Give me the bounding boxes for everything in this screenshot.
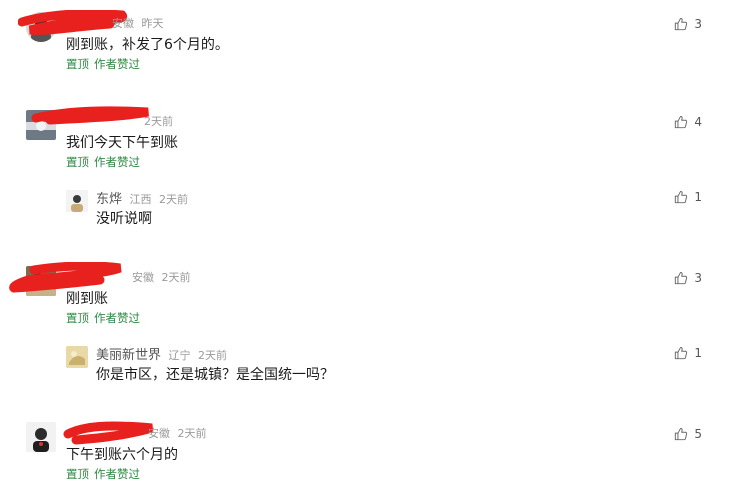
like-button[interactable]: 3 bbox=[674, 17, 702, 31]
avatar[interactable] bbox=[66, 190, 88, 212]
comment-meta: 安徽 昨天 bbox=[112, 15, 164, 31]
like-button[interactable]: 1 bbox=[674, 346, 702, 360]
pin-button[interactable]: 置顶 bbox=[66, 57, 89, 71]
avatar[interactable] bbox=[26, 422, 56, 452]
comment-time: 2天前 bbox=[198, 349, 228, 362]
comment-meta: 安徽 2天前 bbox=[132, 269, 191, 285]
comment-actions: 置顶 作者赞过 bbox=[66, 154, 145, 170]
comment-location: 辽宁 bbox=[168, 349, 191, 362]
pin-button[interactable]: 置顶 bbox=[66, 467, 89, 481]
comment-text: 下午到账六个月的 bbox=[66, 447, 178, 463]
like-count: 5 bbox=[694, 427, 702, 441]
comment-location: 安徽 bbox=[112, 17, 134, 30]
like-button[interactable]: 1 bbox=[674, 190, 702, 204]
avatar[interactable] bbox=[26, 266, 56, 296]
avatar[interactable] bbox=[66, 346, 88, 368]
author-liked-label: 作者赞过 bbox=[94, 311, 140, 325]
reply-item: 美丽新世界 辽宁 2天前 你是市区，还是城镇？是全国统一吗？ 1 bbox=[0, 344, 732, 390]
like-count: 1 bbox=[694, 346, 702, 360]
comment-text: 刚到账，补发了6个月的。 bbox=[66, 37, 229, 53]
author-liked-label: 作者赞过 bbox=[94, 467, 140, 481]
comment-time: 2天前 bbox=[161, 271, 191, 284]
comment-time: 2天前 bbox=[159, 193, 189, 206]
author-liked-label: 作者赞过 bbox=[94, 155, 140, 169]
like-count: 1 bbox=[694, 190, 702, 204]
thumbs-up-icon bbox=[674, 346, 688, 360]
comment-meta: 美丽新世界 辽宁 2天前 bbox=[96, 344, 227, 363]
comment-location: 江西 bbox=[129, 193, 152, 206]
redaction-mark bbox=[63, 421, 154, 445]
thumbs-up-icon bbox=[674, 17, 688, 31]
like-button[interactable]: 5 bbox=[674, 427, 702, 441]
comment-text: 没听说啊 bbox=[96, 211, 152, 227]
thumbs-up-icon bbox=[674, 190, 688, 204]
comment-meta: 2天前 bbox=[144, 113, 173, 129]
commenter-name[interactable]: 东烨 bbox=[96, 192, 122, 207]
comment-text: 我们今天下午到账 bbox=[66, 135, 178, 151]
commenter-name[interactable]: 美丽新世界 bbox=[96, 348, 161, 363]
thumbs-up-icon bbox=[674, 271, 688, 285]
comment-item: 2天前 我们今天下午到账 置顶 作者赞过 4 bbox=[0, 106, 732, 180]
like-button[interactable]: 4 bbox=[674, 115, 702, 129]
comment-item: 安徽 昨天 刚到账，补发了6个月的。 置顶 作者赞过 3 bbox=[0, 10, 732, 82]
comment-text: 刚到账 bbox=[66, 291, 108, 307]
comment-time: 2天前 bbox=[177, 427, 207, 440]
comment-actions: 置顶 作者赞过 bbox=[66, 466, 145, 482]
comment-time: 2天前 bbox=[144, 115, 173, 128]
like-count: 3 bbox=[694, 17, 702, 31]
avatar[interactable] bbox=[26, 12, 56, 42]
pin-button[interactable]: 置顶 bbox=[66, 311, 89, 325]
author-liked-label: 作者赞过 bbox=[94, 57, 140, 71]
comment-location: 安徽 bbox=[148, 427, 170, 440]
comment-location: 安徽 bbox=[132, 271, 154, 284]
avatar[interactable] bbox=[26, 110, 56, 140]
comment-time: 昨天 bbox=[141, 17, 164, 30]
comment-item: 安徽 2天前 下午到账六个月的 置顶 作者赞过 5 bbox=[0, 421, 732, 489]
like-count: 4 bbox=[694, 115, 702, 129]
comment-meta: 东烨 江西 2天前 bbox=[96, 188, 188, 207]
comment-actions: 置顶 作者赞过 bbox=[66, 310, 145, 326]
like-button[interactable]: 3 bbox=[674, 271, 702, 285]
pin-button[interactable]: 置顶 bbox=[66, 155, 89, 169]
thumbs-up-icon bbox=[674, 427, 688, 441]
comment-item: 安徽 2天前 刚到账 置顶 作者赞过 3 bbox=[0, 262, 732, 336]
comment-meta: 安徽 2天前 bbox=[148, 425, 207, 441]
like-count: 3 bbox=[694, 271, 702, 285]
reply-item: 东烨 江西 2天前 没听说啊 1 bbox=[0, 188, 732, 234]
comment-actions: 置顶 作者赞过 bbox=[66, 56, 145, 72]
thumbs-up-icon bbox=[674, 115, 688, 129]
comment-text: 你是市区，还是城镇？是全国统一吗？ bbox=[96, 367, 334, 383]
